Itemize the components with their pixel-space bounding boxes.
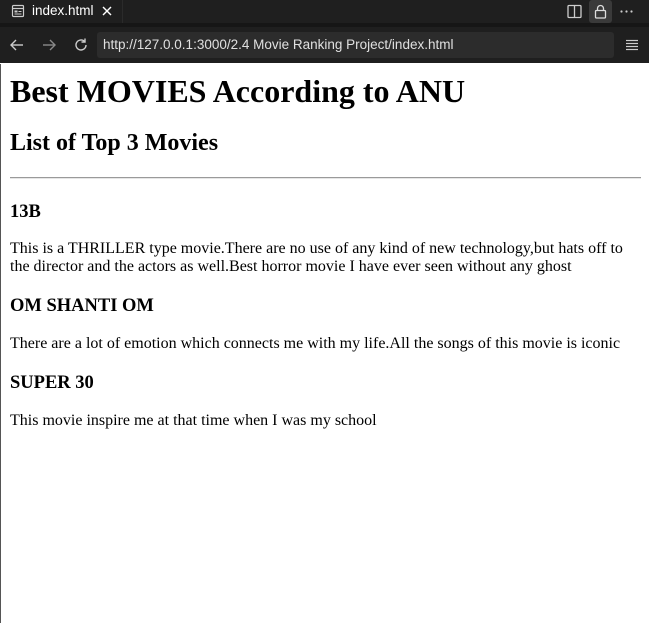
hamburger-icon[interactable] bbox=[624, 37, 640, 53]
arrow-left-icon[interactable] bbox=[8, 36, 26, 54]
reload-icon[interactable] bbox=[72, 36, 90, 54]
tab-index-html[interactable]: index.html bbox=[0, 0, 123, 23]
lock-button[interactable] bbox=[589, 0, 612, 23]
url-text: http://127.0.0.1:3000/2.4 Movie Ranking … bbox=[103, 37, 454, 52]
url-input[interactable]: http://127.0.0.1:3000/2.4 Movie Ranking … bbox=[97, 32, 614, 58]
close-icon[interactable] bbox=[100, 4, 114, 18]
movie-title-om-shanti-om: OM SHANTI OM bbox=[10, 296, 154, 316]
address-bar: http://127.0.0.1:3000/2.4 Movie Ranking … bbox=[0, 27, 649, 63]
lock-icon bbox=[594, 4, 607, 19]
split-editor-icon[interactable] bbox=[565, 2, 584, 21]
more-icon[interactable] bbox=[617, 2, 636, 21]
movie-title-super-30: SUPER 30 bbox=[10, 373, 94, 393]
divider bbox=[10, 177, 641, 179]
movie-description-13b: This is a THRILLER type movie.There are … bbox=[10, 240, 623, 275]
movie-title-13b: 13B bbox=[10, 202, 41, 222]
page-icon bbox=[11, 4, 25, 18]
page-subtitle: List of Top 3 Movies bbox=[10, 130, 219, 156]
page-title: Best MOVIES According to ANU bbox=[10, 73, 466, 109]
tab-title: index.html bbox=[32, 3, 94, 18]
movie-description-super-30: This movie inspire me at that time when … bbox=[10, 412, 377, 429]
movie-description-om-shanti-om: There are a lot of emotion which connect… bbox=[10, 335, 621, 352]
tab-bar: index.html bbox=[0, 0, 649, 23]
page-content: Best MOVIES According to ANU List of Top… bbox=[0, 64, 649, 623]
arrow-right-icon[interactable] bbox=[40, 36, 58, 54]
